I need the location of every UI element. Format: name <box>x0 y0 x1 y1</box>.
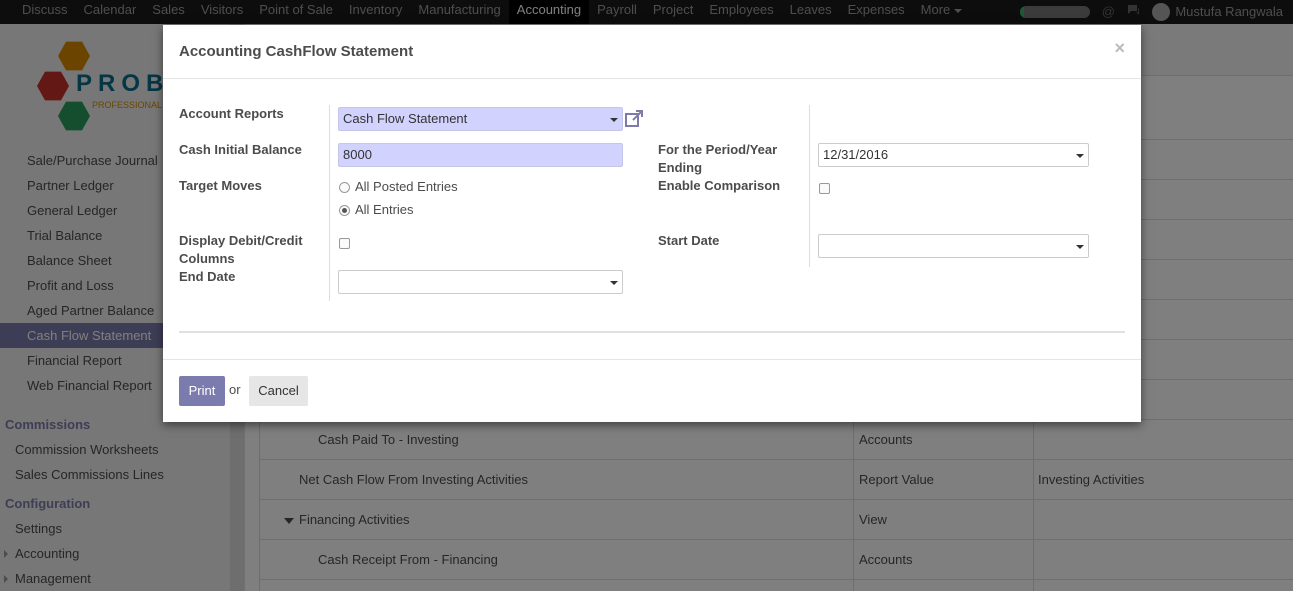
end-date-label: End Date <box>179 269 236 284</box>
cancel-button[interactable]: Cancel <box>249 376 308 406</box>
all-posted-entries-label[interactable]: All Posted Entries <box>355 179 458 195</box>
enable-comparison-label: Enable Comparison <box>658 178 781 193</box>
start-date-input[interactable] <box>818 234 1089 258</box>
target-moves-label: Target Moves <box>179 178 262 193</box>
period-ending-label-line: For the Period/Year <box>658 142 778 157</box>
cashflow-dialog: Accounting CashFlow Statement × Account … <box>163 25 1141 422</box>
chevron-down-icon <box>1076 245 1084 249</box>
account-reports-select[interactable]: Cash Flow Statement <box>338 107 623 131</box>
dialog-footer-divider <box>163 359 1141 360</box>
end-date-input[interactable] <box>338 270 623 294</box>
dialog-title: Accounting CashFlow Statement <box>179 43 414 60</box>
divider <box>809 105 810 267</box>
display-debit-credit-checkbox[interactable] <box>339 238 350 249</box>
cash-initial-balance-input[interactable]: 8000 <box>338 143 623 167</box>
cash-initial-balance-value: 8000 <box>343 147 372 162</box>
display-debit-credit-label-line: Columns <box>179 251 235 266</box>
external-link-icon[interactable] <box>624 109 644 129</box>
all-posted-entries-radio[interactable] <box>339 182 350 193</box>
close-icon[interactable]: × <box>1114 38 1125 59</box>
enable-comparison-checkbox[interactable] <box>819 183 830 194</box>
divider <box>329 105 330 301</box>
chevron-down-icon <box>610 118 618 122</box>
or-text: or <box>229 382 241 397</box>
print-button[interactable]: Print <box>179 376 225 406</box>
display-debit-credit-label: Display Debit/Credit Columns <box>179 232 303 268</box>
period-ending-label: For the Period/Year Ending <box>658 141 777 177</box>
display-debit-credit-label-line: Display Debit/Credit <box>179 233 303 248</box>
separator <box>179 331 1125 333</box>
period-ending-value: 12/31/2016 <box>823 147 889 162</box>
all-entries-radio[interactable] <box>339 205 350 216</box>
chevron-down-icon <box>610 281 618 285</box>
account-reports-value: Cash Flow Statement <box>343 111 468 126</box>
chevron-down-icon <box>1076 154 1084 158</box>
period-ending-label-line: Ending <box>658 160 703 175</box>
account-reports-label: Account Reports <box>179 106 284 121</box>
dialog-header: Accounting CashFlow Statement × <box>163 25 1141 79</box>
start-date-label: Start Date <box>658 233 720 248</box>
cash-initial-balance-label: Cash Initial Balance <box>179 142 302 157</box>
period-ending-select[interactable]: 12/31/2016 <box>818 143 1089 167</box>
all-entries-label[interactable]: All Entries <box>355 202 414 218</box>
